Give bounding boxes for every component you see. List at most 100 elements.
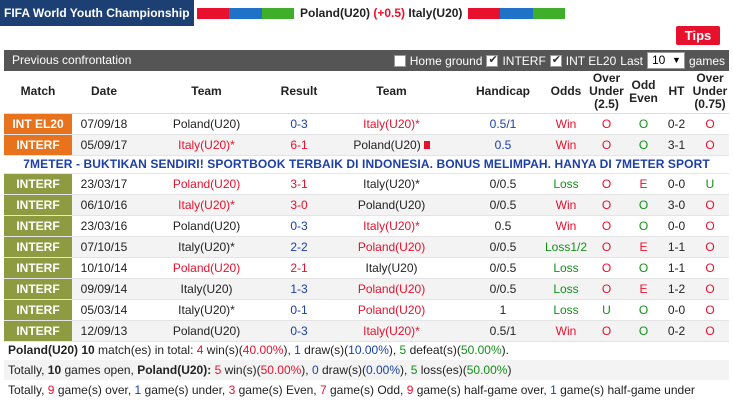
odd-even: O: [625, 134, 662, 156]
away-team[interactable]: Poland(U20): [321, 278, 462, 300]
table-row[interactable]: INTERF 10/10/14 Poland(U20) 2-1 Italy(U20) 0/…: [4, 257, 729, 279]
over-under-075: O: [691, 113, 729, 135]
match-date: 07/09/18: [72, 113, 136, 135]
match-date: 09/09/14: [72, 278, 136, 300]
odds-result: Loss: [544, 278, 588, 300]
half-time-score: 1-1: [662, 257, 691, 279]
home-team[interactable]: Poland(U20): [136, 215, 277, 237]
summary-segment: 0.00%: [366, 363, 401, 377]
away-team[interactable]: Italy(U20)*: [321, 173, 462, 195]
home-team[interactable]: Italy(U20): [136, 278, 277, 300]
summary-segment: draw(s)(: [300, 343, 349, 357]
intel-checkbox[interactable]: [549, 53, 562, 67]
table-row[interactable]: INTERF 12/09/13 Poland(U20) 0-3 Italy(U20)* 0…: [4, 320, 729, 342]
match-result: 1-3: [277, 278, 321, 300]
table-row[interactable]: INTERF 07/10/15 Italy(U20)* 2-2 Poland(U20) 0…: [4, 236, 729, 258]
away-team-label: Italy(U20)*: [363, 176, 420, 191]
odds-result: Loss: [544, 299, 588, 321]
last-games-select[interactable]: 10 ▼: [646, 52, 685, 69]
away-team[interactable]: Italy(U20): [321, 257, 462, 279]
table-row[interactable]: INTERF 09/09/14 Italy(U20) 1-3 Poland(U20) 0/…: [4, 278, 729, 300]
home-color-bar: [197, 8, 294, 19]
table-row[interactable]: INT EL20 07/09/18 Poland(U20) 0-3 Italy(U20)…: [4, 113, 729, 135]
summary-segment: Poland(U20): [8, 343, 82, 357]
home-team[interactable]: Poland(U20): [136, 173, 277, 195]
over-under-25: O: [588, 113, 625, 135]
summary-segment: game(s) Even,: [235, 383, 320, 397]
over-under-25: O: [588, 236, 625, 258]
home-team[interactable]: Italy(U20)*: [136, 194, 277, 216]
away-team[interactable]: Italy(U20)*: [321, 215, 462, 237]
filter-bar: Previous confrontation Home ground INTER…: [4, 50, 729, 71]
table-row[interactable]: INTERF 05/09/17 Italy(U20)* 6-1 Poland(U20) 0…: [4, 134, 729, 156]
tips-button[interactable]: Tips: [676, 26, 720, 45]
chevron-down-icon: ▼: [672, 55, 681, 65]
table-row[interactable]: INTERF 05/03/14 Italy(U20)* 0-1 Poland(U20) 1…: [4, 299, 729, 321]
league-badge: INTERF: [4, 173, 72, 195]
over-under-25: O: [588, 215, 625, 237]
home-ground-label: Home ground: [409, 53, 483, 68]
handicap: 0/0.5: [462, 257, 544, 279]
odds-result: Win: [544, 320, 588, 342]
over-under-25: O: [588, 134, 625, 156]
odds-result: Win: [544, 215, 588, 237]
table-row[interactable]: INTERF 23/03/16 Poland(U20) 0-3 Italy(U20)* 0…: [4, 215, 729, 237]
half-time-score: 3-0: [662, 194, 691, 216]
odds-result: Win: [544, 194, 588, 216]
home-team[interactable]: Poland(U20): [136, 320, 277, 342]
handicap: 1: [462, 299, 544, 321]
away-team[interactable]: Poland(U20): [321, 236, 462, 258]
match-date: 23/03/17: [72, 173, 136, 195]
ad-banner-link[interactable]: 7METER - BUKTIKAN SENDIRI! SPORTBOOK TER…: [4, 155, 729, 174]
away-team[interactable]: Italy(U20)*: [321, 320, 462, 342]
home-team[interactable]: Italy(U20)*: [136, 299, 277, 321]
away-color-bar: [468, 8, 565, 19]
over-under-075: O: [691, 134, 729, 156]
odds-result: Win: [544, 113, 588, 135]
handicap: 0.5: [462, 134, 544, 156]
summary-line-results: Poland(U20) 10 match(es) in total: 4 win…: [4, 340, 729, 360]
column-header: Team: [321, 71, 462, 114]
home-team[interactable]: Italy(U20)*: [136, 134, 277, 156]
home-team[interactable]: Italy(U20)*: [136, 236, 277, 258]
home-team[interactable]: Poland(U20): [136, 257, 277, 279]
handicap: 0.5: [462, 215, 544, 237]
away-team[interactable]: Poland(U20): [321, 194, 462, 216]
away-team[interactable]: Poland(U20): [321, 134, 462, 156]
table-row[interactable]: INTERF 23/03/17 Poland(U20) 3-1 Italy(U20)* 0…: [4, 173, 729, 195]
half-time-score: 0-2: [662, 320, 691, 342]
over-under-25: O: [588, 257, 625, 279]
home-ground-checkbox[interactable]: [393, 54, 406, 67]
match-result: 3-1: [277, 173, 321, 195]
interf-checkbox[interactable]: [486, 53, 499, 67]
table-row[interactable]: INTERF 06/10/16 Italy(U20)* 3-0 Poland(U20) 0…: [4, 194, 729, 216]
home-team[interactable]: Poland(U20): [136, 113, 277, 135]
away-team[interactable]: Italy(U20)*: [321, 113, 462, 135]
odd-even: E: [625, 278, 662, 300]
summary-segment: game(s) half-game over,: [413, 383, 551, 397]
match-result: 0-3: [277, 320, 321, 342]
summary-segment: 7: [319, 383, 327, 397]
home-team-name: Poland(U20): [300, 6, 371, 20]
half-time-score: 0-0: [662, 173, 691, 195]
league-badge: INTERF: [4, 236, 72, 258]
summary-segment: 1: [550, 383, 557, 397]
handicap: 0/0.5: [462, 194, 544, 216]
last-games-value: 10: [651, 53, 666, 67]
summary-segment: draw(s)(: [318, 363, 366, 377]
summary-segment: loss(es)(: [417, 363, 467, 377]
summary-line-handicap: Totally, 10 games open, Poland(U20): 5 w…: [4, 360, 729, 380]
ad-banner-row[interactable]: 7METER - BUKTIKAN SENDIRI! SPORTBOOK TER…: [4, 155, 729, 174]
over-under-075: O: [691, 320, 729, 342]
summary-segment: Totally,: [8, 363, 48, 377]
over-under-075: O: [691, 236, 729, 258]
confrontation-table: Match Date Team Result Team Handicap Odds Over …: [4, 71, 729, 342]
column-header: Team: [136, 71, 277, 114]
summary-segment: 1: [294, 343, 301, 357]
column-header: Over Under (2.5): [588, 71, 625, 114]
odd-even: O: [625, 320, 662, 342]
away-team[interactable]: Poland(U20): [321, 299, 462, 321]
column-header: HT: [662, 71, 691, 114]
summary-segment: games open,: [61, 363, 138, 377]
summary-segment: 50.00%: [260, 363, 302, 377]
